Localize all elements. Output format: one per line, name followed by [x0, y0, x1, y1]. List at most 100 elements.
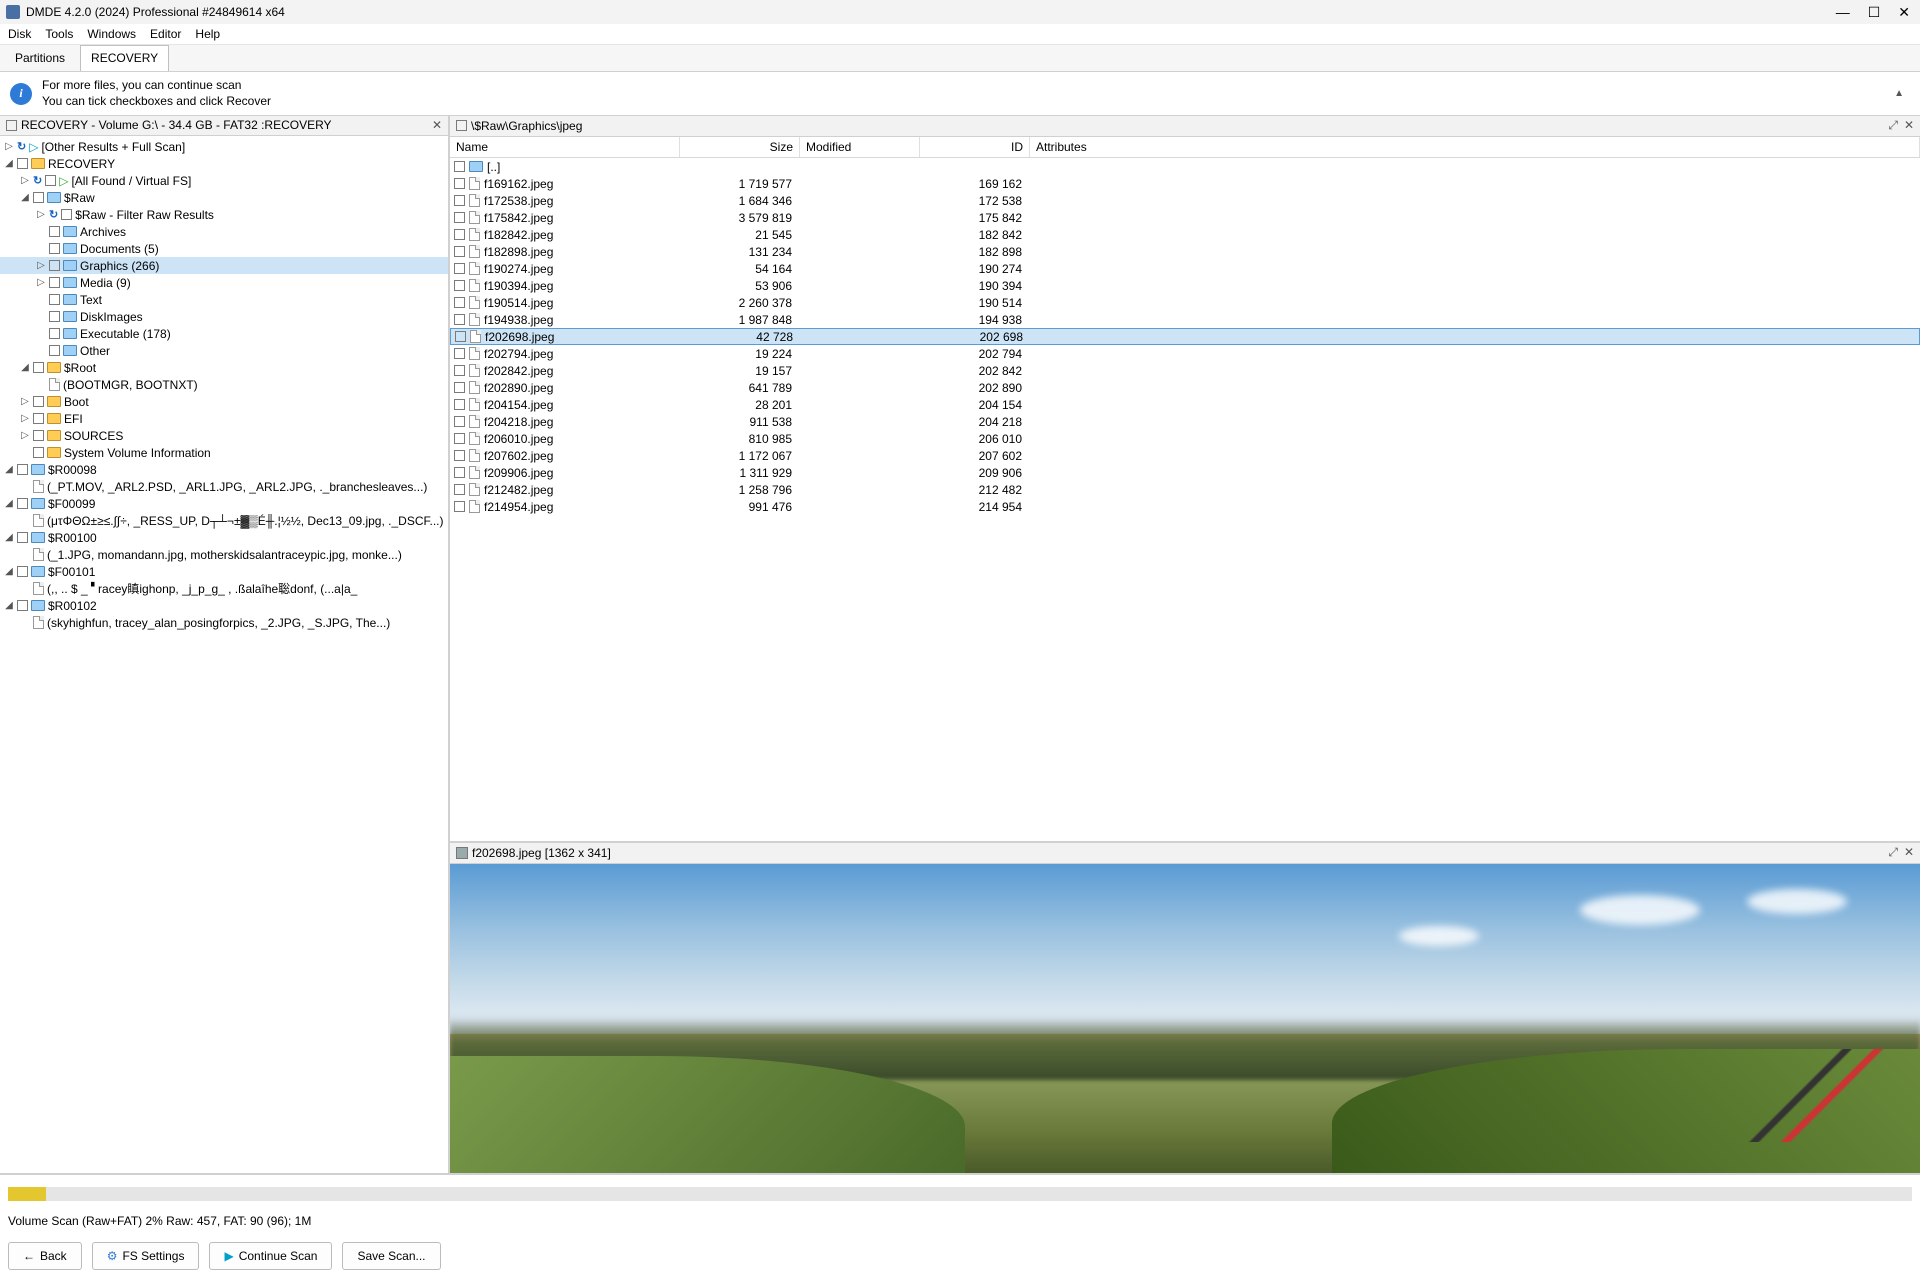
tree-row[interactable]: ▷EFI	[0, 410, 448, 427]
checkbox[interactable]	[33, 447, 44, 458]
tree-row[interactable]: Text	[0, 291, 448, 308]
tree-row[interactable]: ▷↻$Raw - Filter Raw Results	[0, 206, 448, 223]
tree-row[interactable]: ▷↻▷[All Found / Virtual FS]	[0, 172, 448, 189]
preview-close-icon[interactable]: ✕	[1904, 845, 1914, 860]
checkbox[interactable]	[49, 345, 60, 356]
tree-row[interactable]: ◢$R00098	[0, 461, 448, 478]
menu-help[interactable]: Help	[195, 27, 220, 41]
menu-windows[interactable]: Windows	[87, 27, 136, 41]
tree-row[interactable]: (BOOTMGR, BOOTNXT)	[0, 376, 448, 393]
preview-max-icon[interactable]: ⤢	[1888, 845, 1898, 860]
tree-row[interactable]: ▷↻▷[Other Results + Full Scan]	[0, 138, 448, 155]
info-collapse-icon[interactable]: ▲	[1894, 88, 1910, 99]
file-row[interactable]: f202842.jpeg19 157202 842	[450, 362, 1920, 379]
tree-row[interactable]: System Volume Information	[0, 444, 448, 461]
file-row[interactable]: f175842.jpeg3 579 819175 842	[450, 209, 1920, 226]
file-row[interactable]: f202794.jpeg19 224202 794	[450, 345, 1920, 362]
refresh-icon[interactable]: ↻	[17, 140, 26, 153]
tree-twisty-icon[interactable]: ◢	[4, 158, 14, 169]
continue-scan-button[interactable]: ▶ Continue Scan	[209, 1242, 332, 1270]
checkbox[interactable]	[454, 450, 465, 461]
fs-settings-button[interactable]: ⚙ FS Settings	[92, 1242, 200, 1270]
menu-editor[interactable]: Editor	[150, 27, 181, 41]
menu-tools[interactable]: Tools	[45, 27, 73, 41]
tree-row[interactable]: Executable (178)	[0, 325, 448, 342]
checkbox[interactable]	[49, 328, 60, 339]
checkbox[interactable]	[454, 399, 465, 410]
tree-row[interactable]: (μτΦΘΩ±≥≤.∫∫÷, _RESS_UP, D┬┴¬±▓▒É╫.¦½½, …	[0, 512, 448, 529]
checkbox[interactable]	[17, 464, 28, 475]
checkbox[interactable]	[49, 243, 60, 254]
tree-row[interactable]: ◢$R00102	[0, 597, 448, 614]
file-row[interactable]: f169162.jpeg1 719 577169 162	[450, 175, 1920, 192]
tree-twisty-icon[interactable]: ▷	[4, 141, 14, 152]
checkbox[interactable]	[454, 212, 465, 223]
checkbox[interactable]	[17, 498, 28, 509]
checkbox[interactable]	[49, 294, 60, 305]
checkbox[interactable]	[455, 331, 466, 342]
tree-twisty-icon[interactable]: ◢	[4, 498, 14, 509]
tree-row[interactable]: ▷Boot	[0, 393, 448, 410]
file-row[interactable]: f209906.jpeg1 311 929209 906	[450, 464, 1920, 481]
checkbox[interactable]	[33, 362, 44, 373]
file-row[interactable]: f182898.jpeg131 234182 898	[450, 243, 1920, 260]
tree-row[interactable]: ◢$Raw	[0, 189, 448, 206]
tree-twisty-icon[interactable]: ◢	[20, 192, 30, 203]
col-id[interactable]: ID	[920, 137, 1030, 157]
col-modified[interactable]: Modified	[800, 137, 920, 157]
checkbox[interactable]	[45, 175, 56, 186]
save-scan-button[interactable]: Save Scan...	[342, 1242, 440, 1270]
checkbox[interactable]	[17, 158, 28, 169]
tree-row[interactable]: Archives	[0, 223, 448, 240]
file-row[interactable]: f194938.jpeg1 987 848194 938	[450, 311, 1920, 328]
tree-twisty-icon[interactable]: ◢	[4, 532, 14, 543]
tree-row[interactable]: (_PT.MOV, _ARL2.PSD, _ARL1.JPG, _ARL2.JP…	[0, 478, 448, 495]
tree-twisty-icon[interactable]: ▷	[20, 430, 30, 441]
checkbox[interactable]	[49, 277, 60, 288]
checkbox[interactable]	[49, 311, 60, 322]
tree-twisty-icon[interactable]: ◢	[20, 362, 30, 373]
checkbox[interactable]	[454, 416, 465, 427]
tree-row[interactable]: ◢$F00101	[0, 563, 448, 580]
refresh-icon[interactable]: ↻	[49, 208, 58, 221]
filelist-close-icon[interactable]: ✕	[1904, 118, 1914, 133]
file-row[interactable]: f207602.jpeg1 172 067207 602	[450, 447, 1920, 464]
tree-row[interactable]: ▷Graphics (266)	[0, 257, 448, 274]
tree-twisty-icon[interactable]: ▷	[36, 209, 46, 220]
tree-row[interactable]: Documents (5)	[0, 240, 448, 257]
file-list-header[interactable]: Name Size Modified ID Attributes	[450, 137, 1920, 158]
refresh-icon[interactable]: ↻	[33, 174, 42, 187]
tree-row[interactable]: ▷Media (9)	[0, 274, 448, 291]
tree-twisty-icon[interactable]: ◢	[4, 600, 14, 611]
tree-row[interactable]: ◢$Root	[0, 359, 448, 376]
play-icon[interactable]: ▷	[29, 140, 38, 154]
checkbox[interactable]	[33, 192, 44, 203]
tree-row[interactable]: ◢RECOVERY	[0, 155, 448, 172]
tree-twisty-icon[interactable]: ▷	[20, 413, 30, 424]
file-row[interactable]: f204154.jpeg28 201204 154	[450, 396, 1920, 413]
file-row[interactable]: f190274.jpeg54 164190 274	[450, 260, 1920, 277]
tree-row[interactable]: Other	[0, 342, 448, 359]
checkbox[interactable]	[454, 263, 465, 274]
tree-twisty-icon[interactable]: ◢	[4, 464, 14, 475]
tab-partitions[interactable]: Partitions	[4, 45, 76, 71]
menu-disk[interactable]: Disk	[8, 27, 31, 41]
file-row[interactable]: f182842.jpeg21 545182 842	[450, 226, 1920, 243]
checkbox[interactable]	[454, 195, 465, 206]
file-row-up[interactable]: [..]	[450, 158, 1920, 175]
checkbox[interactable]	[454, 433, 465, 444]
checkbox[interactable]	[49, 260, 60, 271]
pane-checkbox[interactable]	[6, 120, 17, 131]
close-button[interactable]: ✕	[1898, 4, 1910, 21]
tree-twisty-icon[interactable]: ▷	[36, 277, 46, 288]
file-row[interactable]: f190394.jpeg53 906190 394	[450, 277, 1920, 294]
checkbox[interactable]	[454, 280, 465, 291]
checkbox[interactable]	[454, 314, 465, 325]
checkbox[interactable]	[454, 365, 465, 376]
tree-row[interactable]: DiskImages	[0, 308, 448, 325]
checkbox[interactable]	[17, 566, 28, 577]
tree-row[interactable]: ◢$F00099	[0, 495, 448, 512]
checkbox[interactable]	[61, 209, 72, 220]
col-name[interactable]: Name	[450, 137, 680, 157]
file-row[interactable]: f206010.jpeg810 985206 010	[450, 430, 1920, 447]
